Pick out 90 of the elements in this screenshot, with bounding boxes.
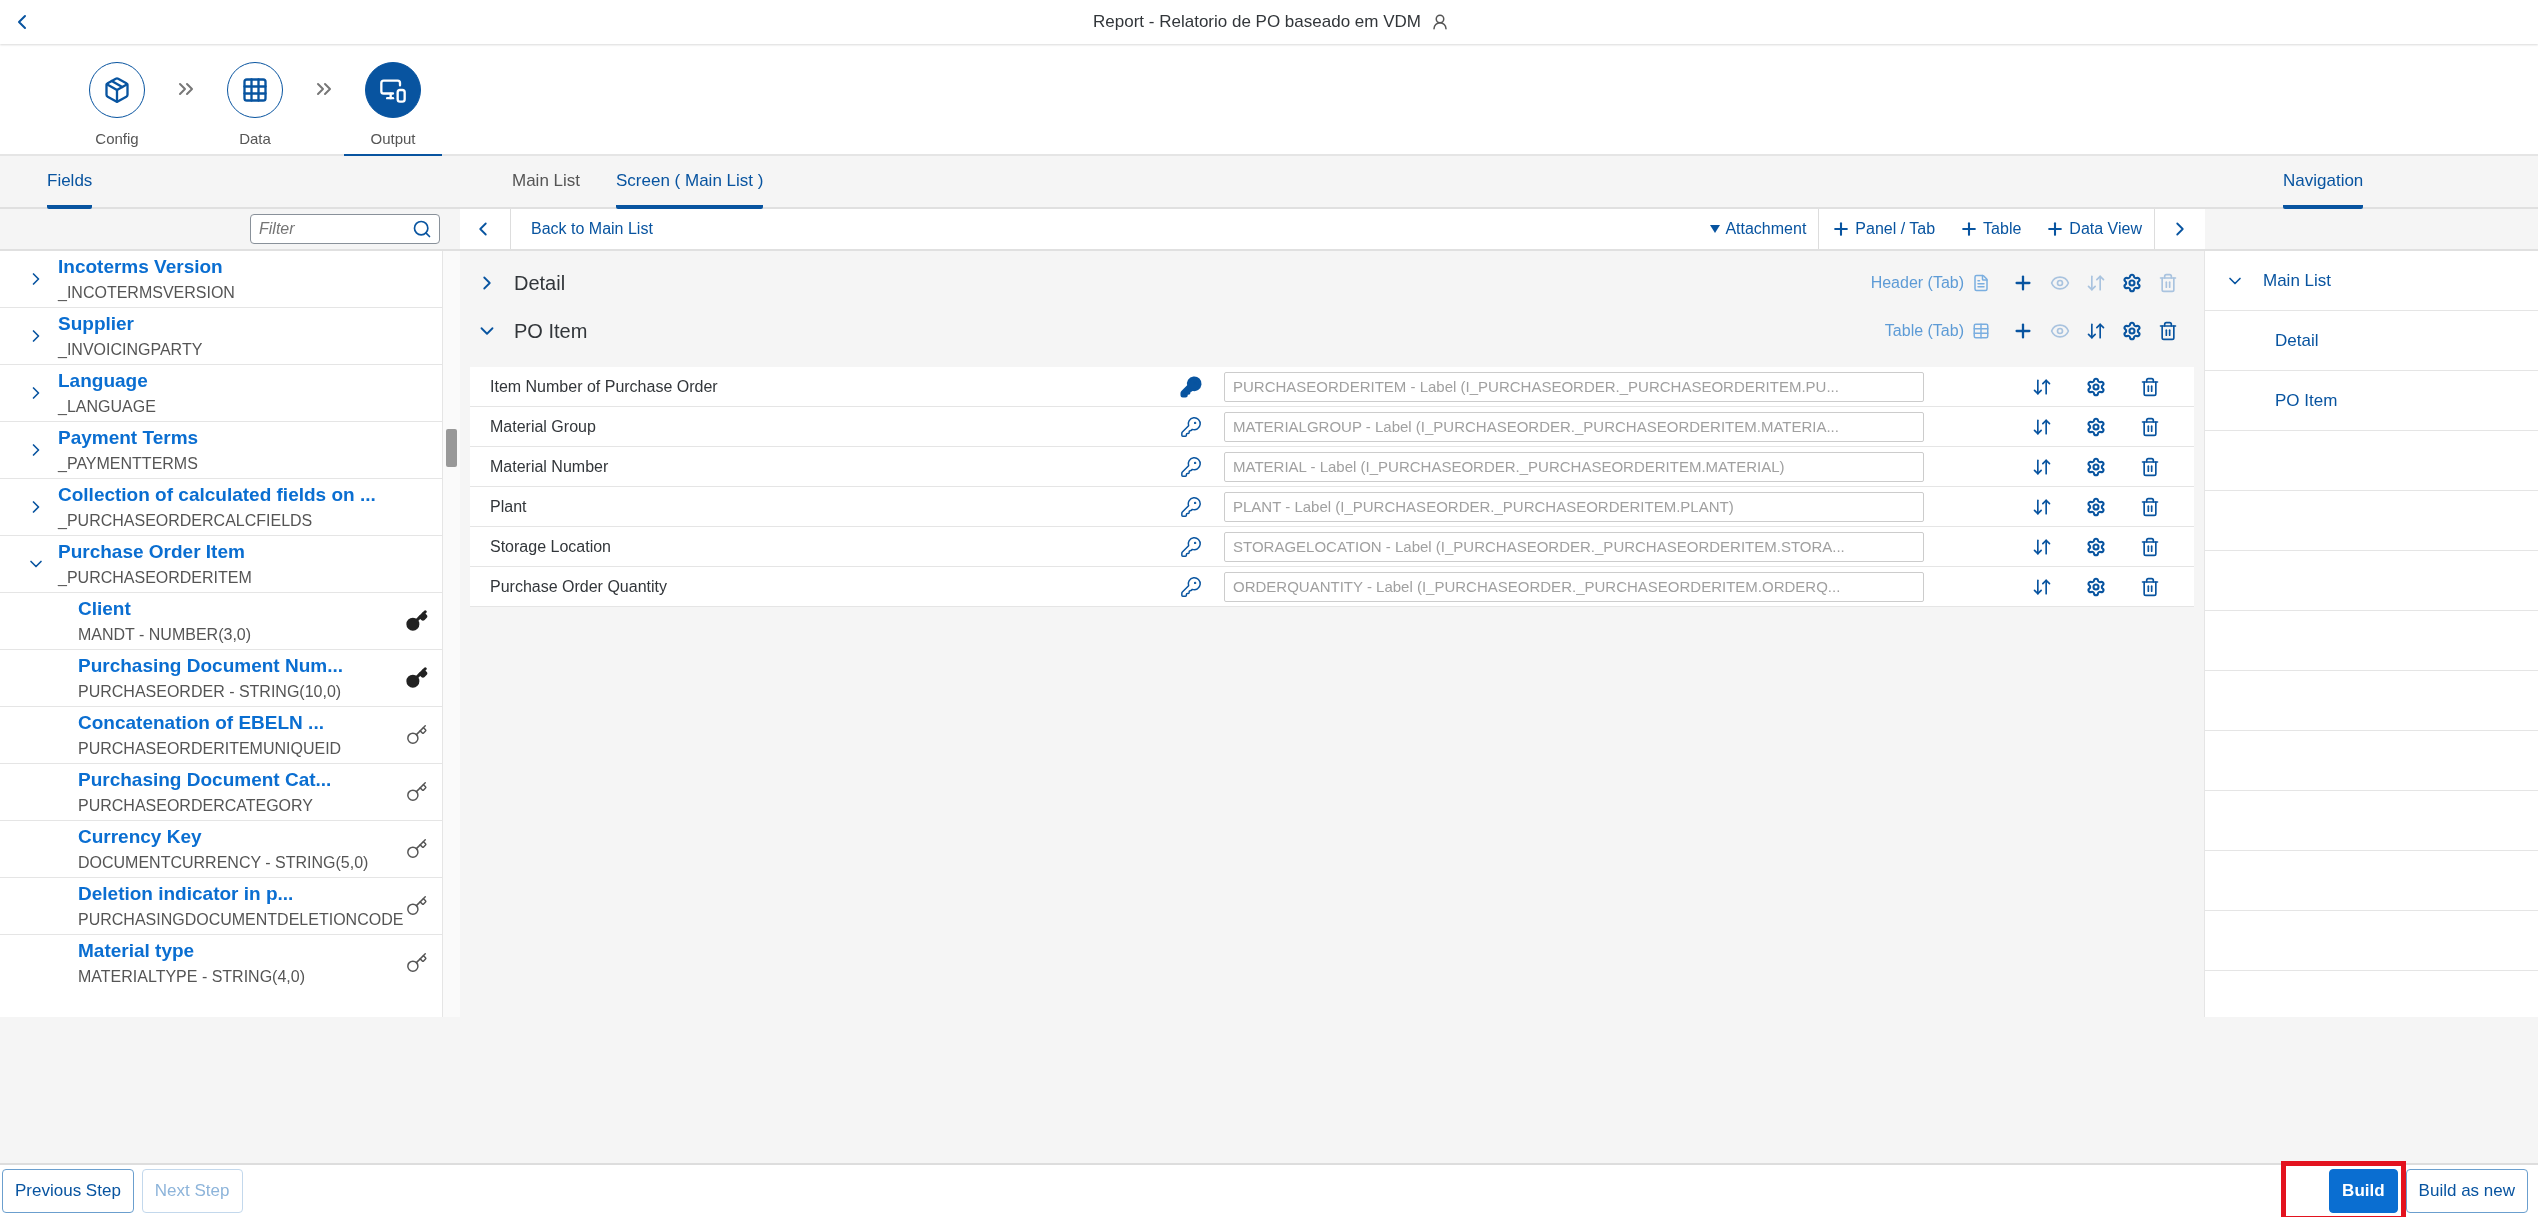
field-label: Storage Location (490, 537, 612, 556)
label-input-field[interactable]: MATERIALGROUP - Label (I_PURCHASEORDER._PURCHASEORDERITEM.MATERIA... (1224, 411, 1924, 442)
trash-icon (2158, 273, 2178, 293)
scrollbar[interactable] (442, 251, 460, 1017)
step-label: Output (370, 130, 416, 147)
settings-icon (2086, 536, 2106, 557)
section-type-label: Header (Tab) (1870, 274, 1964, 292)
field-label: Material Group (490, 417, 597, 436)
trash-icon (2140, 376, 2160, 397)
label-input-field[interactable]: PLANT - Label (I_PURCHASEORDER._PURCHASEORDERITEM.PLANT) (1224, 491, 1924, 522)
settings-icon (2086, 376, 2106, 397)
section-title: Detail (514, 271, 567, 295)
document-icon (1972, 274, 1990, 292)
step-button[interactable]: Previous Step (2, 1169, 134, 1213)
window-title: Report - Relatorio de PO baseado em VDM (1093, 12, 1421, 32)
field-technical-name: _PURCHASEORDERCALCFIELDS (58, 512, 314, 530)
field-title[interactable]: Purchasing Document Cat... (78, 769, 406, 791)
user-icon[interactable] (1430, 13, 1449, 31)
field-technical-name: MATERIALTYPE - STRING(4,0) (78, 968, 306, 986)
toolbar-action-button[interactable]: Panel / Tab (1819, 209, 1948, 249)
trash-icon (2140, 536, 2160, 557)
field-label: Item Number of Purchase Order (490, 377, 719, 396)
step-label: Config (95, 130, 139, 147)
navigation-link[interactable]: Detail (2275, 331, 2319, 351)
eye-icon (2050, 273, 2070, 293)
settings-icon (2122, 321, 2142, 341)
field-title[interactable]: Purchasing Document Num... (78, 655, 406, 677)
build-button[interactable]: Build (2329, 1169, 2398, 1213)
field-title[interactable]: Collection of calculated fields on ... (58, 484, 428, 506)
trash-icon (2140, 496, 2160, 517)
field-technical-name: PURCHASEORDER - STRING(10,0) (78, 683, 343, 701)
label-input-field[interactable]: STORAGELOCATION - Label (I_PURCHASEORDER._PURCHASEORDERITEM.STORA... (1224, 531, 1924, 562)
sort-icon (2086, 321, 2106, 341)
field-technical-name: _PURCHASEORDERITEM (58, 569, 253, 587)
navigation-link[interactable]: PO Item (2275, 391, 2338, 411)
sort-icon (2086, 273, 2106, 293)
wizard-step[interactable] (365, 62, 421, 118)
field-label: Material Number (490, 457, 610, 476)
field-title[interactable]: Incoterms Version (58, 256, 428, 278)
field-title[interactable]: Purchase Order Item (58, 541, 428, 563)
field-title[interactable]: Currency Key (78, 826, 406, 848)
settings-icon (2086, 456, 2106, 477)
field-title[interactable]: Concatenation of EBELN ... (78, 712, 406, 734)
field-technical-name: MANDT - NUMBER(3,0) (78, 626, 253, 644)
build-button[interactable]: Build as new (2405, 1169, 2528, 1213)
field-technical-name: _INCOTERMSVERSION (58, 284, 236, 302)
settings-icon (2086, 496, 2106, 517)
field-title[interactable]: Deletion indicator in p... (78, 883, 406, 905)
toolbar-action-button[interactable]: Data View (2033, 209, 2154, 249)
table-icon (1972, 322, 1990, 340)
eye-icon (2050, 321, 2070, 341)
field-technical-name: PURCHASEORDERCATEGORY (78, 797, 314, 815)
trash-icon (2158, 321, 2178, 341)
screen-tab[interactable]: Main List (512, 156, 581, 209)
step-label: Data (239, 130, 271, 147)
field-title[interactable]: Material type (78, 940, 406, 962)
field-label: Plant (490, 497, 528, 516)
wizard-step[interactable] (89, 62, 145, 118)
field-technical-name: _LANGUAGE (58, 398, 157, 416)
package-icon (103, 76, 131, 104)
field-technical-name: DOCUMENTCURRENCY - STRING(5,0) (78, 854, 370, 872)
field-title[interactable]: Payment Terms (58, 427, 428, 449)
label-input-field[interactable]: ORDERQUANTITY - Label (I_PURCHASEORDER._PURCHASEORDERITEM.ORDERQ... (1224, 571, 1924, 602)
section-title: PO Item (514, 319, 589, 343)
label-input-field[interactable]: PURCHASEORDERITEM - Label (I_PURCHASEORDER._PURCHASEORDERITEM.PU... (1224, 371, 1924, 402)
field-technical-name: PURCHASEORDERITEMUNIQUEID (78, 740, 343, 758)
settings-icon (2086, 416, 2106, 437)
field-technical-name: PURCHASINGDOCUMENTDELETIONCODE (78, 911, 405, 929)
settings-icon (2122, 273, 2142, 293)
trash-icon (2140, 456, 2160, 477)
navigation-link[interactable]: Main List (2263, 271, 2332, 291)
field-label: Purchase Order Quantity (490, 577, 668, 596)
label-input-field[interactable]: MATERIAL - Label (I_PURCHASEORDER._PURCHASEORDERITEM.MATERIAL) (1224, 451, 1924, 482)
field-technical-name: _PAYMENTTERMS (58, 455, 199, 473)
trash-icon (2140, 416, 2160, 437)
field-title[interactable]: Language (58, 370, 428, 392)
filter-field[interactable]: Filter (250, 214, 440, 244)
toolbar-action-button[interactable]: Attachment (1697, 209, 1819, 249)
search-icon[interactable] (412, 219, 432, 239)
toolbar-action-button[interactable]: Table (1947, 209, 2034, 249)
field-technical-name: _INVOICINGPARTY (58, 341, 204, 359)
field-title[interactable]: Client (78, 598, 406, 620)
grid-icon (241, 76, 269, 104)
field-title[interactable]: Supplier (58, 313, 428, 335)
section-type-label: Table (Tab) (1884, 322, 1964, 340)
trash-icon (2140, 576, 2160, 597)
back-to-main-list-link[interactable]: Back to Main List (510, 209, 653, 249)
wizard-step[interactable] (227, 62, 283, 118)
settings-icon (2086, 576, 2106, 597)
caret-down-icon (1709, 224, 1722, 234)
